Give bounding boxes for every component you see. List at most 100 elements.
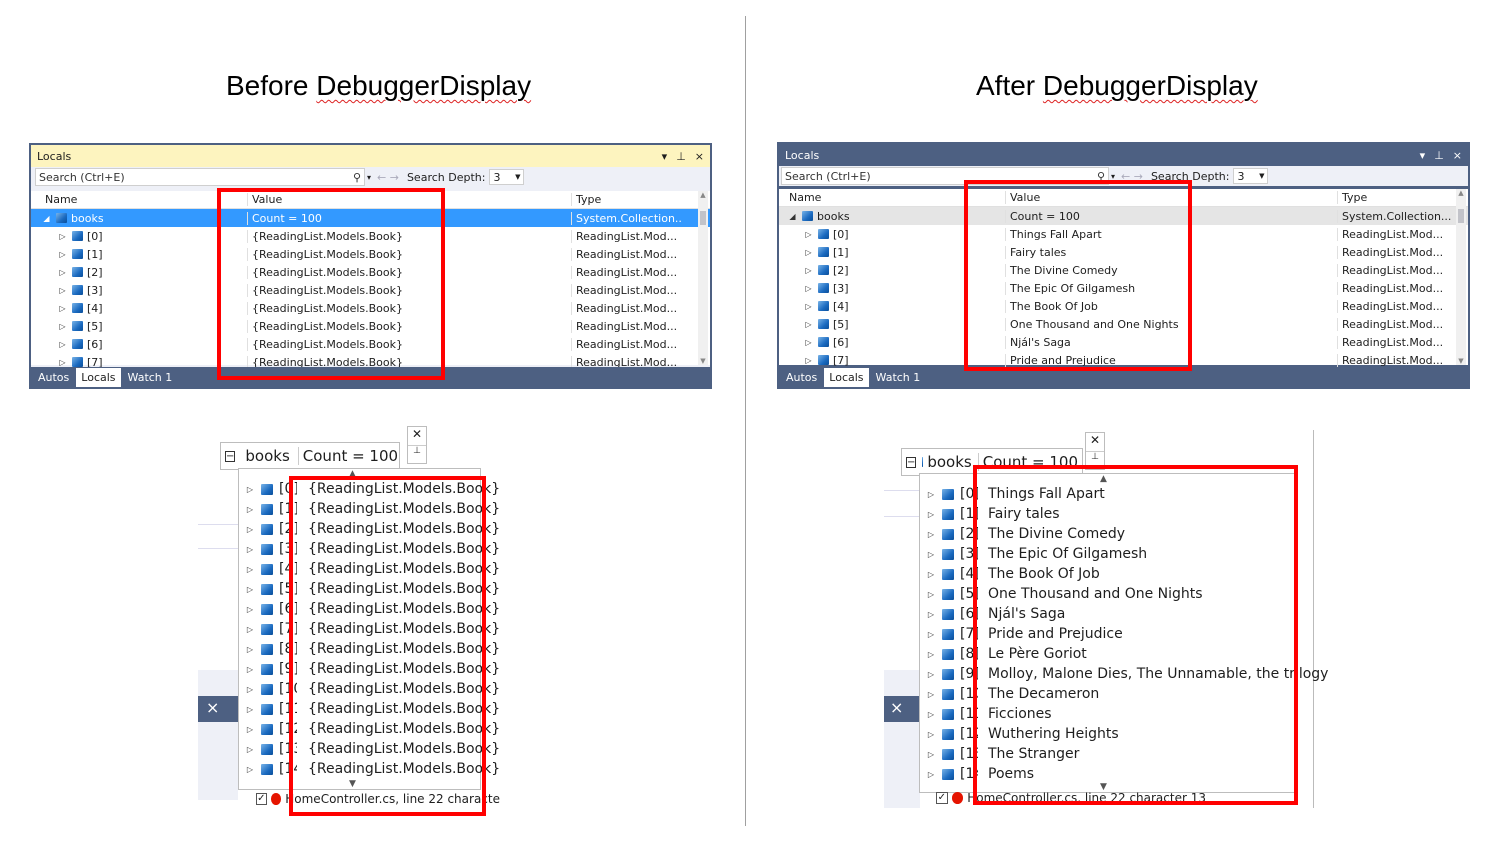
datatip-row[interactable]: ▷ [0] {ReadingList.Models.Book}	[239, 479, 500, 499]
expand-icon[interactable]: ▷	[803, 266, 814, 275]
datatip-row[interactable]: ▷ [9] Molloy, Malone Dies, The Unnamable, …	[920, 664, 1329, 684]
datatip-row[interactable]: ▷ [2] The Divine Comedy	[920, 524, 1294, 544]
nav-arrows-icon[interactable]: ← →	[1121, 170, 1143, 183]
expand-icon[interactable]: ▷	[243, 765, 257, 774]
search-input[interactable]: Search (Ctrl+E) ⚲	[781, 167, 1109, 185]
pin-icon[interactable]: ⊥	[408, 445, 426, 463]
checkbox-icon[interactable]: ✓	[256, 793, 267, 805]
locals-row[interactable]: ▷ [1] {ReadingList.Models.Book} ReadingList…	[31, 245, 710, 263]
datatip-row[interactable]: ▷ [8] Le Père Goriot	[920, 644, 1294, 664]
expand-icon[interactable]: ▷	[57, 340, 68, 349]
close-icon[interactable]: ×	[695, 150, 704, 163]
locals-row[interactable]: ▷ [0] Things Fall Apart ReadingList.Mod...	[779, 225, 1468, 243]
locals-row[interactable]: ▷ [4] The Book Of Job ReadingList.Mod...	[779, 297, 1468, 315]
tab-watch-1[interactable]: Watch 1	[123, 368, 178, 387]
collapse-icon[interactable]: ◢	[41, 214, 52, 223]
expand-icon[interactable]: ▷	[803, 356, 814, 365]
close-icon[interactable]: ×	[884, 696, 920, 722]
expand-icon[interactable]: ▷	[924, 690, 938, 699]
expand-icon[interactable]: ▷	[803, 248, 814, 257]
datatip-row[interactable]: ▷ [11] Ficciones	[920, 704, 1294, 724]
scroll-thumb[interactable]	[700, 211, 706, 225]
expand-icon[interactable]: ▷	[803, 302, 814, 311]
scroll-thumb[interactable]	[1458, 209, 1464, 223]
checkbox-icon[interactable]: ✓	[936, 792, 948, 804]
search-depth-select[interactable]: 3 ▼	[489, 169, 525, 185]
expand-icon[interactable]: ▷	[924, 610, 938, 619]
tab-locals[interactable]: Locals	[76, 368, 121, 387]
close-icon[interactable]: ×	[198, 696, 238, 722]
datatip-row[interactable]: ▷ [12] Wuthering Heights	[920, 724, 1294, 744]
expand-icon[interactable]: ▷	[57, 250, 68, 259]
datatip-row[interactable]: ▷ [3] The Epic Of Gilgamesh	[920, 544, 1294, 564]
datatip-header-before[interactable]: − books Count = 100	[220, 442, 400, 470]
datatip-row[interactable]: ▷ [6] Njál's Saga	[920, 604, 1294, 624]
expand-icon[interactable]: ▷	[243, 645, 257, 654]
dropdown-icon[interactable]: ▾	[662, 150, 668, 163]
scrollbar[interactable]: ▲ ▼	[1456, 189, 1466, 365]
datatip-row[interactable]: ▷ [3] {ReadingList.Models.Book}	[239, 539, 500, 559]
expand-icon[interactable]: ▷	[243, 525, 257, 534]
column-value[interactable]: Value	[1005, 191, 1337, 204]
scroll-up-icon[interactable]: ▲	[1456, 189, 1466, 197]
locals-row-books[interactable]: ◢ books Count = 100 System.Collection...	[779, 207, 1468, 225]
column-type[interactable]: Type	[1337, 191, 1451, 204]
column-name[interactable]: Name	[31, 193, 247, 206]
pin-icon[interactable]: ⊥	[676, 150, 686, 163]
expand-icon[interactable]: ▷	[924, 710, 938, 719]
pin-icon[interactable]: ⊥	[1086, 451, 1104, 469]
locals-row[interactable]: ▷ [0] {ReadingList.Models.Book} ReadingList…	[31, 227, 710, 245]
expand-icon[interactable]: ▷	[243, 685, 257, 694]
locals-row[interactable]: ▷ [6] {ReadingList.Models.Book} ReadingList…	[31, 335, 710, 353]
search-input[interactable]: Search (Ctrl+E) ⚲	[35, 168, 365, 186]
datatip-row[interactable]: ▷ [7] {ReadingList.Models.Book}	[239, 619, 500, 639]
tab-autos[interactable]: Autos	[781, 368, 822, 387]
pin-icon[interactable]: ⊥	[1434, 149, 1444, 162]
datatip-row[interactable]: ▷ [14] {ReadingList.Models.Book}	[239, 759, 500, 779]
locals-row[interactable]: ▷ [6] Njál's Saga ReadingList.Mod...	[779, 333, 1468, 351]
datatip-row[interactable]: ▷ [4] {ReadingList.Models.Book}	[239, 559, 500, 579]
locals-row[interactable]: ▷ [2] {ReadingList.Models.Book} ReadingList…	[31, 263, 710, 281]
datatip-row[interactable]: ▷ [5] {ReadingList.Models.Book}	[239, 579, 500, 599]
tab-watch-1[interactable]: Watch 1	[871, 368, 926, 387]
expand-icon[interactable]: ▷	[243, 505, 257, 514]
locals-row[interactable]: ▷ [3] The Epic Of Gilgamesh ReadingList.Mod…	[779, 279, 1468, 297]
expand-icon[interactable]: ▷	[243, 625, 257, 634]
scrollbar[interactable]: ▲ ▼	[698, 191, 708, 365]
scroll-down-icon[interactable]: ▼	[698, 357, 708, 365]
locals-row[interactable]: ▷ [2] The Divine Comedy ReadingList.Mod...	[779, 261, 1468, 279]
datatip-row[interactable]: ▷ [1] {ReadingList.Models.Book}	[239, 499, 500, 519]
expand-icon[interactable]: ▷	[57, 304, 68, 313]
column-name[interactable]: Name	[779, 191, 1005, 204]
expand-icon[interactable]: ▷	[924, 490, 938, 499]
expand-icon[interactable]: ▷	[243, 485, 257, 494]
search-options-icon[interactable]: ▾	[367, 173, 371, 182]
expand-icon[interactable]: ▷	[243, 725, 257, 734]
column-value[interactable]: Value	[247, 193, 571, 206]
datatip-row[interactable]: ▷ [10] {ReadingList.Models.Book}	[239, 679, 500, 699]
locals-row[interactable]: ▷ [5] One Thousand and One Nights ReadingLi…	[779, 315, 1468, 333]
datatip-row[interactable]: ▷ [9] {ReadingList.Models.Book}	[239, 659, 500, 679]
search-options-icon[interactable]: ▾	[1111, 172, 1115, 181]
datatip-row[interactable]: ▷ [7] Pride and Prejudice	[920, 624, 1294, 644]
expand-icon[interactable]: ▷	[57, 322, 68, 331]
collapse-icon[interactable]: −	[225, 450, 236, 462]
datatip-row[interactable]: ▷ [1] Fairy tales	[920, 504, 1294, 524]
datatip-row[interactable]: ▷ [8] {ReadingList.Models.Book}	[239, 639, 500, 659]
expand-icon[interactable]: ▷	[57, 232, 68, 241]
expand-icon[interactable]: ▷	[924, 770, 938, 779]
tab-locals[interactable]: Locals	[824, 368, 869, 387]
datatip-row[interactable]: ▷ [5] One Thousand and One Nights	[920, 584, 1294, 604]
expand-icon[interactable]: ▷	[803, 320, 814, 329]
locals-row[interactable]: ▷ [4] {ReadingList.Models.Book} ReadingList…	[31, 299, 710, 317]
close-icon[interactable]: ✕	[408, 427, 426, 445]
datatip-header-after[interactable]: − books Count = 100	[901, 448, 1083, 476]
scroll-up-icon[interactable]: ▲	[1100, 474, 1107, 484]
expand-icon[interactable]: ▷	[243, 565, 257, 574]
collapse-icon[interactable]: ◢	[787, 212, 798, 221]
expand-icon[interactable]: ▷	[243, 545, 257, 554]
datatip-row[interactable]: ▷ [11] {ReadingList.Models.Book}	[239, 699, 500, 719]
datatip-row[interactable]: ▷ [12] {ReadingList.Models.Book}	[239, 719, 500, 739]
expand-icon[interactable]: ▷	[243, 585, 257, 594]
expand-icon[interactable]: ▷	[243, 665, 257, 674]
